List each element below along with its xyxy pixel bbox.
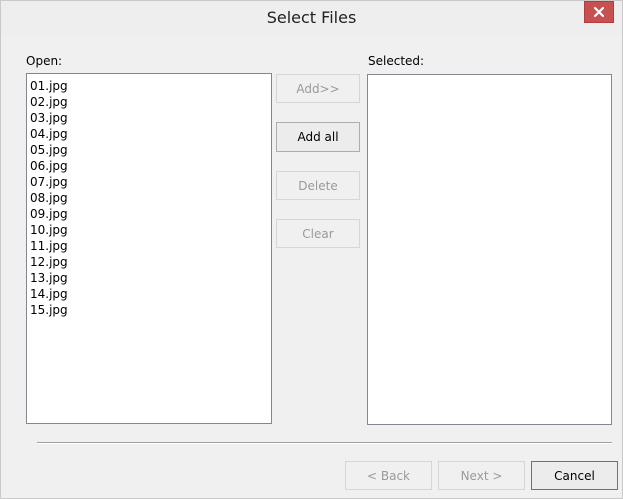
list-item[interactable]: 14.jpg: [27, 286, 271, 302]
select-files-dialog: Select Files Open: 01.jpg 02.jpg 03.jpg …: [0, 0, 623, 499]
list-item[interactable]: 02.jpg: [27, 94, 271, 110]
selected-file-list[interactable]: [367, 74, 612, 425]
list-item[interactable]: 03.jpg: [27, 110, 271, 126]
add-all-button[interactable]: Add all: [276, 122, 360, 152]
list-item[interactable]: 13.jpg: [27, 270, 271, 286]
list-item[interactable]: 07.jpg: [27, 174, 271, 190]
delete-button[interactable]: Delete: [276, 171, 360, 200]
selected-label: Selected:: [368, 54, 425, 68]
list-item[interactable]: 09.jpg: [27, 206, 271, 222]
open-file-list[interactable]: 01.jpg 02.jpg 03.jpg 04.jpg 05.jpg 06.jp…: [26, 73, 272, 424]
list-item[interactable]: 04.jpg: [27, 126, 271, 142]
close-button[interactable]: [584, 1, 614, 23]
list-item[interactable]: 05.jpg: [27, 142, 271, 158]
window-title: Select Files: [266, 8, 357, 27]
list-item[interactable]: 12.jpg: [27, 254, 271, 270]
add-button[interactable]: Add>>: [276, 74, 360, 103]
list-item[interactable]: 11.jpg: [27, 238, 271, 254]
list-item[interactable]: 10.jpg: [27, 222, 271, 238]
next-button[interactable]: Next >: [438, 461, 525, 490]
list-item[interactable]: 15.jpg: [27, 302, 271, 318]
back-button[interactable]: < Back: [345, 461, 432, 490]
list-item[interactable]: 06.jpg: [27, 158, 271, 174]
footer-separator: [37, 442, 612, 444]
cancel-button[interactable]: Cancel: [531, 461, 618, 490]
clear-button[interactable]: Clear: [276, 219, 360, 248]
open-label: Open:: [26, 54, 63, 68]
list-item[interactable]: 01.jpg: [27, 78, 271, 94]
list-item[interactable]: 08.jpg: [27, 190, 271, 206]
title-bar[interactable]: Select Files: [1, 1, 622, 35]
close-icon: [593, 6, 605, 18]
